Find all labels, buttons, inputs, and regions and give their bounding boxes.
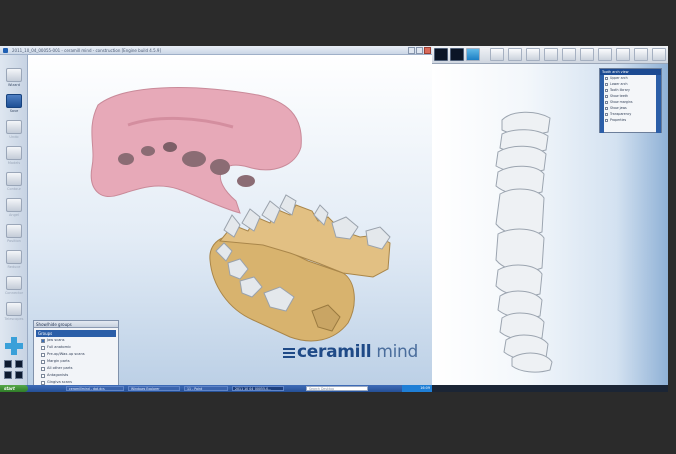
brand-mark-icon: [283, 348, 295, 358]
tool-label: Angel: [9, 213, 19, 217]
view-left-button[interactable]: [4, 371, 12, 379]
wizard-icon: [6, 68, 22, 82]
save-icon: [6, 94, 22, 108]
taskbar-item[interactable]: Windows Explorer: [128, 386, 180, 391]
group-row[interactable]: All other parts: [34, 365, 118, 372]
close-button[interactable]: [424, 47, 431, 54]
groups-header[interactable]: Groups: [36, 330, 116, 337]
search-input[interactable]: Search Desktop: [306, 386, 368, 391]
arch-options-panel: Tooth arch view Upper arch Lower arch To…: [599, 68, 662, 133]
tool-label: Telescopes: [4, 317, 24, 321]
checkbox[interactable]: [41, 360, 45, 364]
checkbox[interactable]: [41, 374, 45, 378]
checkbox[interactable]: [41, 339, 45, 343]
tool-label: Contour: [7, 187, 21, 191]
option-row[interactable]: Properties: [600, 117, 661, 123]
group-row[interactable]: Pre-op/Wax-up scans: [34, 351, 118, 358]
angel-icon: [6, 198, 22, 212]
checkbox[interactable]: [41, 346, 45, 350]
tool-telescopes[interactable]: Telescopes: [3, 301, 25, 325]
tool-label: Undo: [9, 135, 19, 139]
groups-panel: Show/hide groups Groups Jaw scans Full a…: [33, 320, 119, 386]
group-row[interactable]: Full anatomic: [34, 344, 118, 351]
right-monitor-bezel: [432, 385, 668, 392]
view-front-button[interactable]: [4, 360, 12, 368]
right-monitor: Tooth arch view Upper arch Lower arch To…: [432, 46, 668, 392]
tool-label: Wizard: [8, 83, 20, 87]
app-logo-icon: [3, 48, 8, 53]
brand-name-light: mind: [371, 342, 419, 362]
tool-save[interactable]: Save: [3, 93, 25, 117]
brand-name-bold: ceramill: [297, 342, 372, 362]
tool-label: Connector: [4, 291, 24, 295]
contour-icon: [6, 172, 22, 186]
groups-panel-title: Show/hide groups: [34, 321, 118, 328]
tool-position[interactable]: Position: [3, 223, 25, 247]
tool-wizard[interactable]: Wizard: [3, 67, 25, 91]
taskbar-item[interactable]: 11 - Paint: [184, 386, 228, 391]
undo-icon: [6, 120, 22, 134]
taskbar-item[interactable]: ceramillmind - dat.dcs: [66, 386, 124, 391]
tool-connector[interactable]: Connector: [3, 275, 25, 299]
telescopes-icon: [6, 302, 22, 316]
models-icon: [6, 146, 22, 160]
tool-label: Save: [9, 109, 19, 113]
tool-models[interactable]: Models: [3, 145, 25, 169]
tool-undo[interactable]: Undo: [3, 119, 25, 143]
tool-label: Reduce: [7, 265, 21, 269]
group-row[interactable]: Jaw scans: [34, 337, 118, 344]
screen: 2011_10_04_00055-001 - ceramill mind - c…: [0, 0, 676, 454]
tool-reduce[interactable]: Reduce: [3, 249, 25, 273]
left-monitor: 2011_10_04_00055-001 - ceramill mind - c…: [0, 46, 432, 392]
brand-logo: ceramill mind: [297, 342, 418, 362]
tool-angel[interactable]: Angel: [3, 197, 25, 221]
checkbox[interactable]: [41, 367, 45, 371]
group-row[interactable]: Antagonists: [34, 372, 118, 379]
maximize-button[interactable]: [416, 47, 423, 54]
connector-icon: [6, 276, 22, 290]
tool-label: Position: [7, 239, 21, 243]
window-titlebar[interactable]: 2011_10_04_00055-001 - ceramill mind - c…: [0, 46, 432, 55]
taskbar: start ceramillmind - dat.dcs Windows Exp…: [0, 385, 432, 392]
tool-label: Models: [7, 161, 21, 165]
view-back-button[interactable]: [15, 360, 23, 368]
window-title: 2011_10_04_00055-001 - ceramill mind - c…: [12, 48, 162, 53]
taskbar-item[interactable]: 2011 10 04_00055-0...: [232, 386, 284, 391]
checkbox[interactable]: [41, 353, 45, 357]
position-icon: [6, 224, 22, 238]
view-right-button[interactable]: [15, 371, 23, 379]
tool-sidebar: Wizard Save Undo Models Contour Angel Po…: [0, 55, 28, 385]
tool-contour[interactable]: Contour: [3, 171, 25, 195]
navigation-cross-icon[interactable]: [5, 337, 23, 355]
clock: 16:09: [402, 385, 432, 392]
reduce-icon: [6, 250, 22, 264]
start-button[interactable]: start: [0, 385, 28, 392]
group-row[interactable]: Margin parts: [34, 358, 118, 365]
minimize-button[interactable]: [408, 47, 415, 54]
